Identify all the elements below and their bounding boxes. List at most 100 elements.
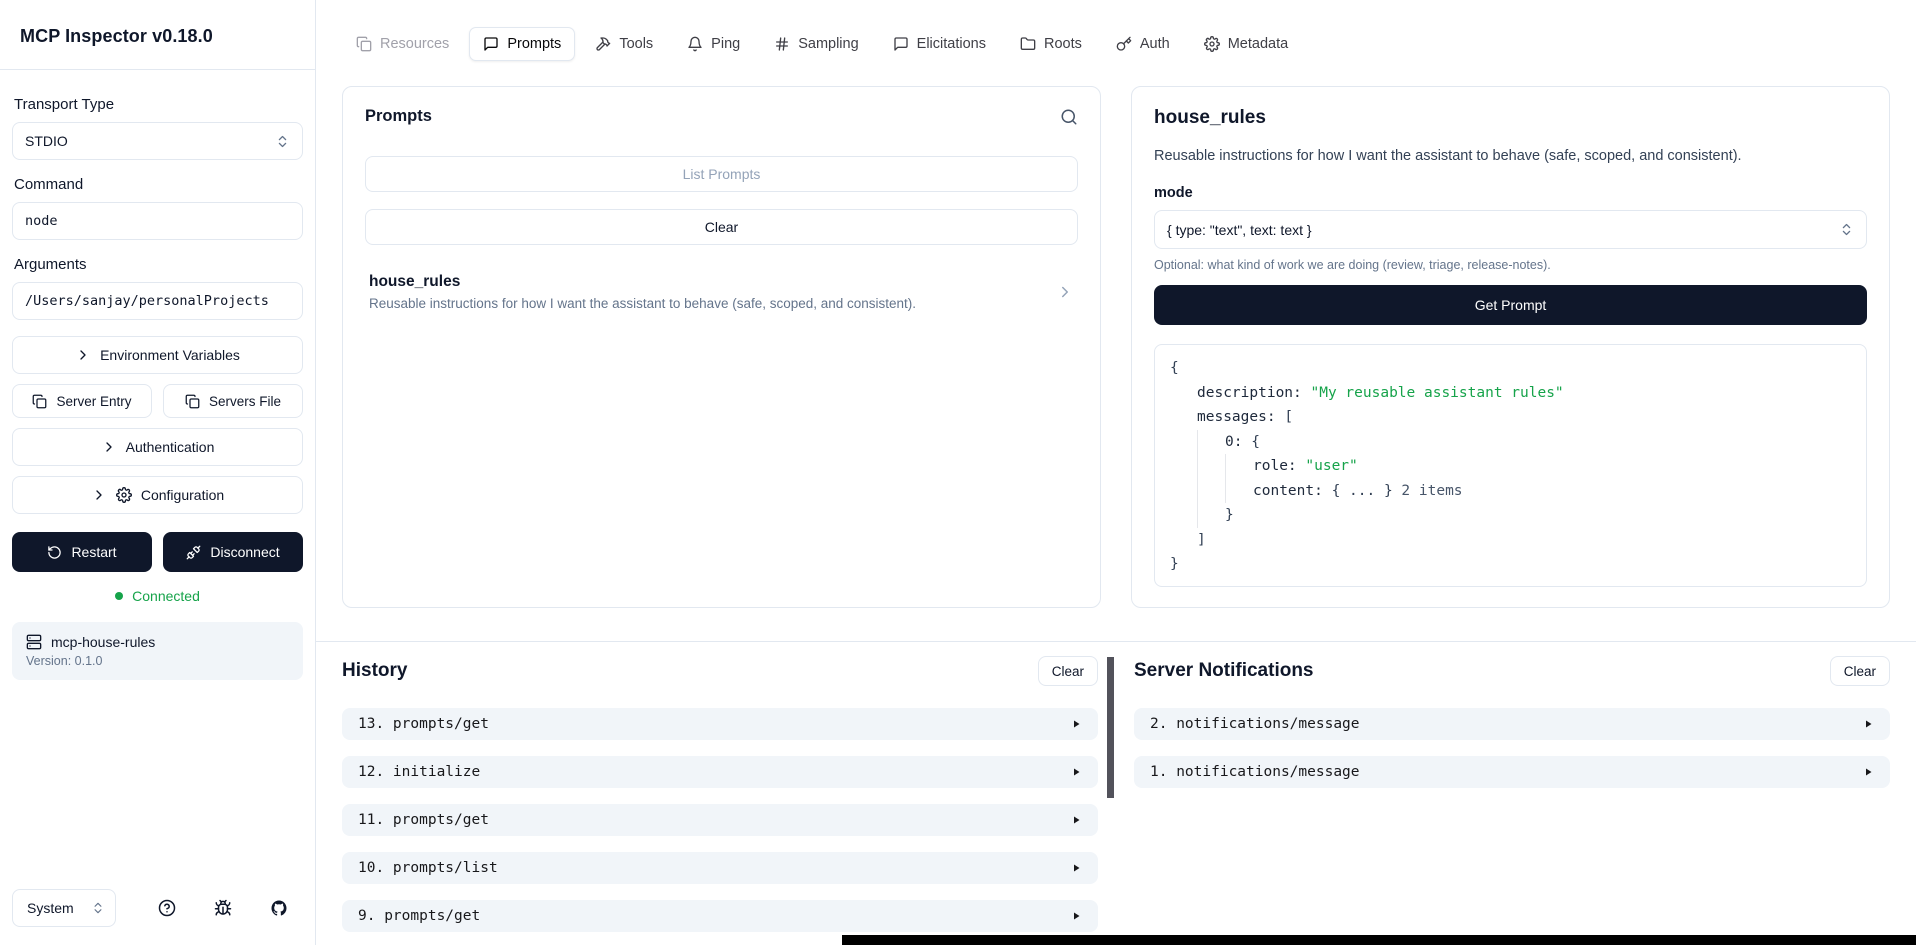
tab-ping[interactable]: Ping — [673, 27, 754, 61]
tab-prompts[interactable]: Prompts — [469, 27, 575, 61]
expand-play-icon — [1070, 766, 1082, 778]
command-label: Command — [14, 176, 301, 193]
mode-select-value: { type: "text", text: text } — [1167, 222, 1312, 238]
history-item[interactable]: 13. prompts/get — [342, 708, 1098, 740]
servers-file-button[interactable]: Servers File — [163, 384, 303, 418]
arguments-label: Arguments — [14, 256, 301, 273]
tab-prompts-label: Prompts — [507, 36, 561, 52]
sidebar-header: MCP Inspector v0.18.0 — [0, 0, 315, 70]
message-square-icon — [483, 36, 499, 52]
disconnect-button[interactable]: Disconnect — [163, 532, 303, 572]
github-icon[interactable] — [270, 899, 288, 917]
gear-icon — [1204, 36, 1220, 52]
history-clear-button[interactable]: Clear — [1038, 656, 1098, 686]
history-item[interactable]: 12. initialize — [342, 756, 1098, 788]
notification-item-label: 2. notifications/message — [1150, 716, 1360, 732]
command-input[interactable] — [12, 202, 303, 240]
sidebar-body: Transport Type STDIO Command Arguments E… — [0, 70, 315, 889]
bug-icon[interactable] — [214, 899, 232, 917]
help-icon[interactable] — [158, 899, 176, 917]
chevron-right-icon — [75, 347, 91, 363]
json-line: } — [1225, 503, 1851, 528]
prompt-detail-panel: house_rules Reusable instructions for ho… — [1131, 86, 1890, 608]
bell-icon — [687, 36, 703, 52]
sidebar-footer: System — [0, 889, 315, 945]
tab-tools-label: Tools — [619, 36, 653, 52]
expand-play-icon — [1862, 766, 1874, 778]
server-entry-button[interactable]: Server Entry — [12, 384, 152, 418]
notifications-clear-button[interactable]: Clear — [1830, 656, 1890, 686]
chevrons-up-down-icon — [275, 134, 290, 149]
hash-icon — [774, 36, 790, 52]
configuration-toggle[interactable]: Configuration — [12, 476, 303, 514]
disconnect-label: Disconnect — [210, 544, 279, 560]
chevron-right-icon — [91, 487, 107, 503]
list-prompts-label: List Prompts — [683, 166, 761, 182]
history-item[interactable]: 10. prompts/list — [342, 852, 1098, 884]
unplug-icon — [186, 545, 201, 560]
mode-select[interactable]: { type: "text", text: text } — [1154, 210, 1867, 249]
tab-metadata-label: Metadata — [1228, 36, 1288, 52]
prompts-panel-title: Prompts — [365, 107, 432, 126]
json-line: ] — [1197, 528, 1851, 553]
tab-auth[interactable]: Auth — [1102, 27, 1184, 61]
copy-icon — [185, 394, 200, 409]
configuration-label: Configuration — [141, 487, 224, 503]
history-item[interactable]: 11. prompts/get — [342, 804, 1098, 836]
restart-label: Restart — [71, 544, 116, 560]
get-prompt-button[interactable]: Get Prompt — [1154, 285, 1867, 325]
footer-icons — [158, 899, 288, 917]
server-entry-label: Server Entry — [56, 394, 131, 409]
history-item-label: 9. prompts/get — [358, 908, 480, 924]
json-line: } — [1170, 552, 1851, 577]
server-notifications-title: Server Notifications — [1134, 660, 1314, 682]
server-version: Version: 0.1.0 — [26, 654, 289, 668]
app-title: MCP Inspector v0.18.0 — [20, 26, 295, 47]
panel-divider — [1098, 656, 1134, 945]
scrollbar-thumb[interactable] — [1107, 657, 1114, 798]
tab-sampling[interactable]: Sampling — [760, 27, 872, 61]
expand-play-icon — [1070, 862, 1082, 874]
tab-ping-label: Ping — [711, 36, 740, 52]
tab-tools[interactable]: Tools — [581, 27, 667, 61]
theme-select-value: System — [27, 900, 74, 916]
expand-play-icon — [1862, 718, 1874, 730]
connected-dot-icon — [115, 592, 123, 600]
theme-select[interactable]: System — [12, 889, 116, 927]
search-icon[interactable] — [1060, 108, 1078, 126]
folder-icon — [1020, 36, 1036, 52]
arguments-input[interactable] — [12, 282, 303, 320]
mode-label: mode — [1154, 185, 1867, 201]
environment-variables-button[interactable]: Environment Variables — [12, 336, 303, 374]
server-name: mcp-house-rules — [51, 634, 155, 650]
prompt-list-item[interactable]: house_rules Reusable instructions for ho… — [365, 271, 1078, 313]
history-item-label: 11. prompts/get — [358, 812, 489, 828]
restart-button[interactable]: Restart — [12, 532, 152, 572]
notification-item[interactable]: 1. notifications/message — [1134, 756, 1890, 788]
tab-resources-label: Resources — [380, 36, 449, 52]
transport-type-select[interactable]: STDIO — [12, 122, 303, 160]
tab-metadata[interactable]: Metadata — [1190, 27, 1302, 61]
environment-variables-label: Environment Variables — [100, 347, 240, 363]
tab-elicitations[interactable]: Elicitations — [879, 27, 1000, 61]
servers-file-label: Servers File — [209, 394, 281, 409]
key-icon — [1116, 36, 1132, 52]
authentication-toggle[interactable]: Authentication — [12, 428, 303, 466]
notification-item[interactable]: 2. notifications/message — [1134, 708, 1890, 740]
json-line: messages: [ — [1197, 405, 1851, 430]
main-top: Resources Prompts Tools Ping Sampling — [316, 0, 1916, 608]
clear-prompts-label: Clear — [705, 219, 738, 235]
prompts-panel: Prompts List Prompts Clear house_rules — [342, 86, 1101, 608]
tab-auth-label: Auth — [1140, 36, 1170, 52]
tab-resources[interactable]: Resources — [342, 27, 463, 61]
bottom-section: History Clear 13. prompts/get 12. initia… — [316, 641, 1916, 945]
tab-roots[interactable]: Roots — [1006, 27, 1096, 61]
connection-status: Connected — [12, 588, 303, 604]
clear-prompts-button[interactable]: Clear — [365, 209, 1078, 245]
history-item[interactable]: 9. prompts/get — [342, 900, 1098, 932]
prompt-description: Reusable instructions for how I want the… — [369, 296, 916, 311]
chevrons-up-down-icon — [91, 901, 105, 915]
json-line: content: { ... } 2 items — [1253, 479, 1851, 504]
history-panel: History Clear 13. prompts/get 12. initia… — [342, 656, 1098, 945]
list-prompts-button[interactable]: List Prompts — [365, 156, 1078, 192]
